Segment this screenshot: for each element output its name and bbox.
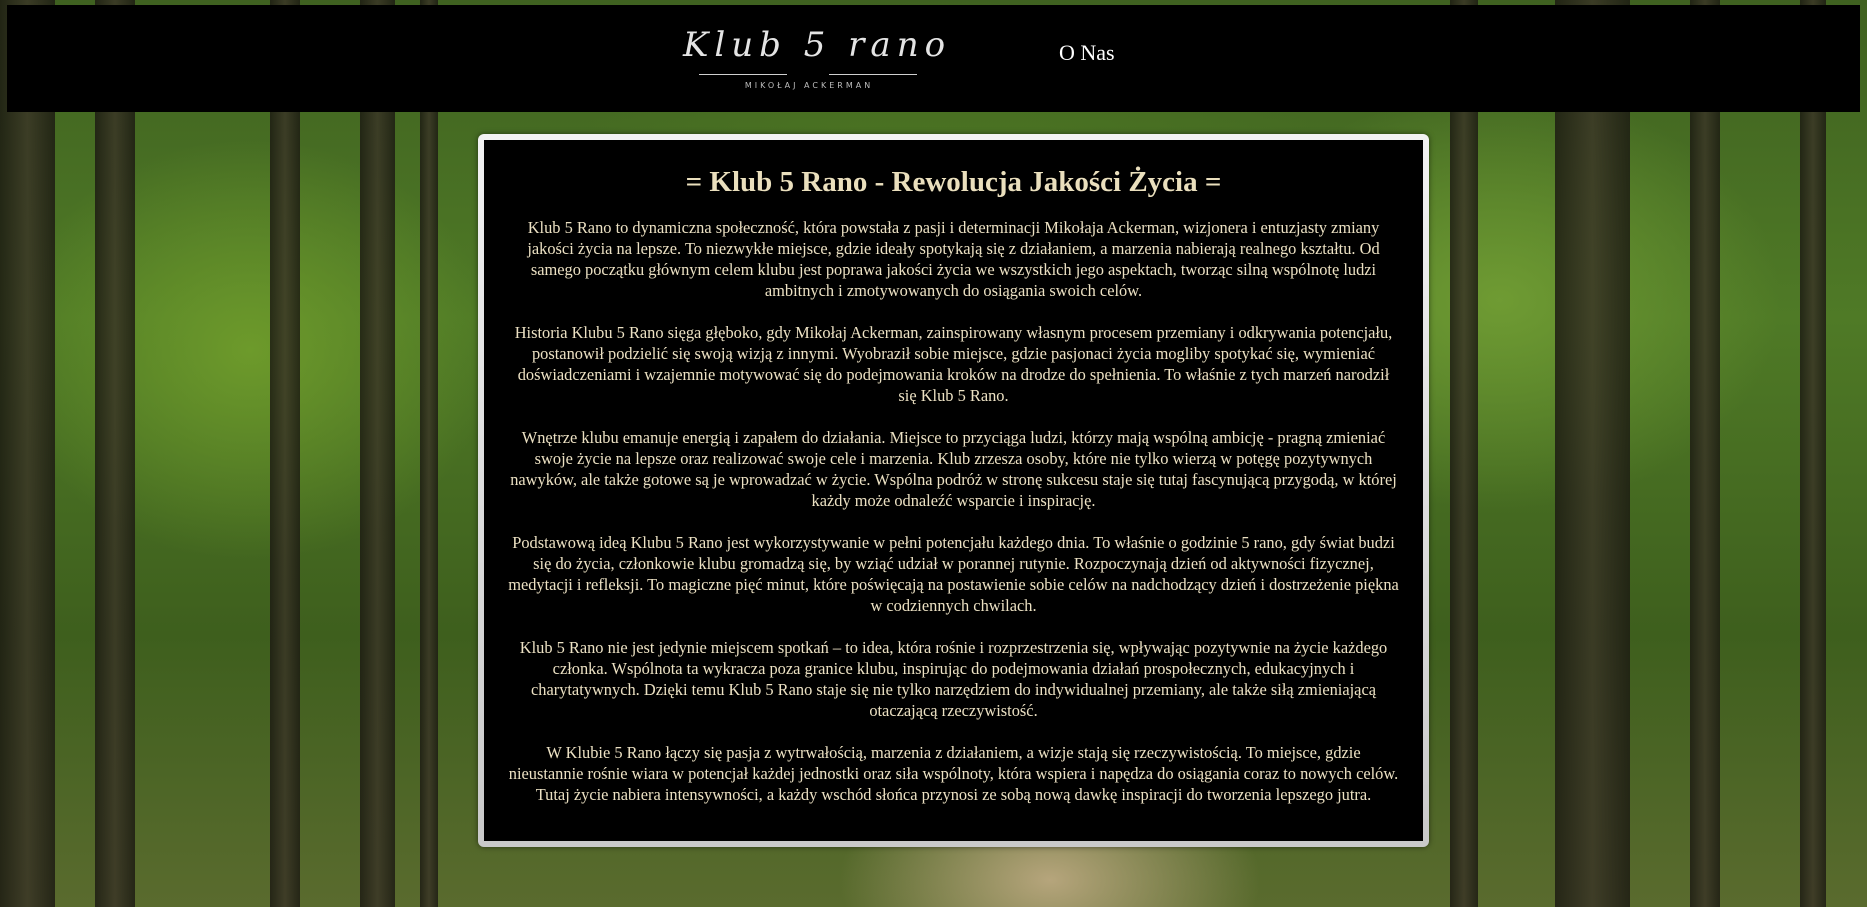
site-header: Klub 5 rano MIKOŁAJ ACKERMAN O Nas [7, 5, 1860, 112]
paragraph-interior: Wnętrze klubu emanuje energią i zapałem … [510, 428, 1397, 510]
page-title: = Klub 5 Rano - Rewolucja Jakości Życia … [685, 166, 1222, 198]
paragraph-community: Klub 5 Rano nie jest jedynie miejscem sp… [519, 638, 1388, 720]
nav-link-o-nas[interactable]: O Nas [1059, 40, 1115, 66]
logo-subtitle: MIKOŁAJ ACKERMAN [744, 81, 874, 90]
site-logo[interactable]: Klub 5 rano MIKOŁAJ ACKERMAN [679, 19, 952, 99]
logo-divider-right [829, 74, 917, 75]
paragraph-history: Historia Klubu 5 Rano sięga głęboko, gdy… [514, 323, 1393, 405]
paragraph-closing: W Klubie 5 Rano łączy się pasja z wytrwa… [508, 743, 1399, 804]
paragraph-idea: Podstawową ideą Klubu 5 Rano jest wykorz… [508, 533, 1399, 615]
content-panel-frame: = Klub 5 Rano - Rewolucja Jakości Życia … [478, 134, 1429, 847]
logo-script-text: Klub 5 rano [683, 25, 952, 65]
content-panel: = Klub 5 Rano - Rewolucja Jakości Życia … [484, 140, 1423, 841]
paragraph-intro: Klub 5 Rano to dynamiczna społeczność, k… [527, 218, 1380, 300]
logo-divider-left [699, 74, 787, 75]
